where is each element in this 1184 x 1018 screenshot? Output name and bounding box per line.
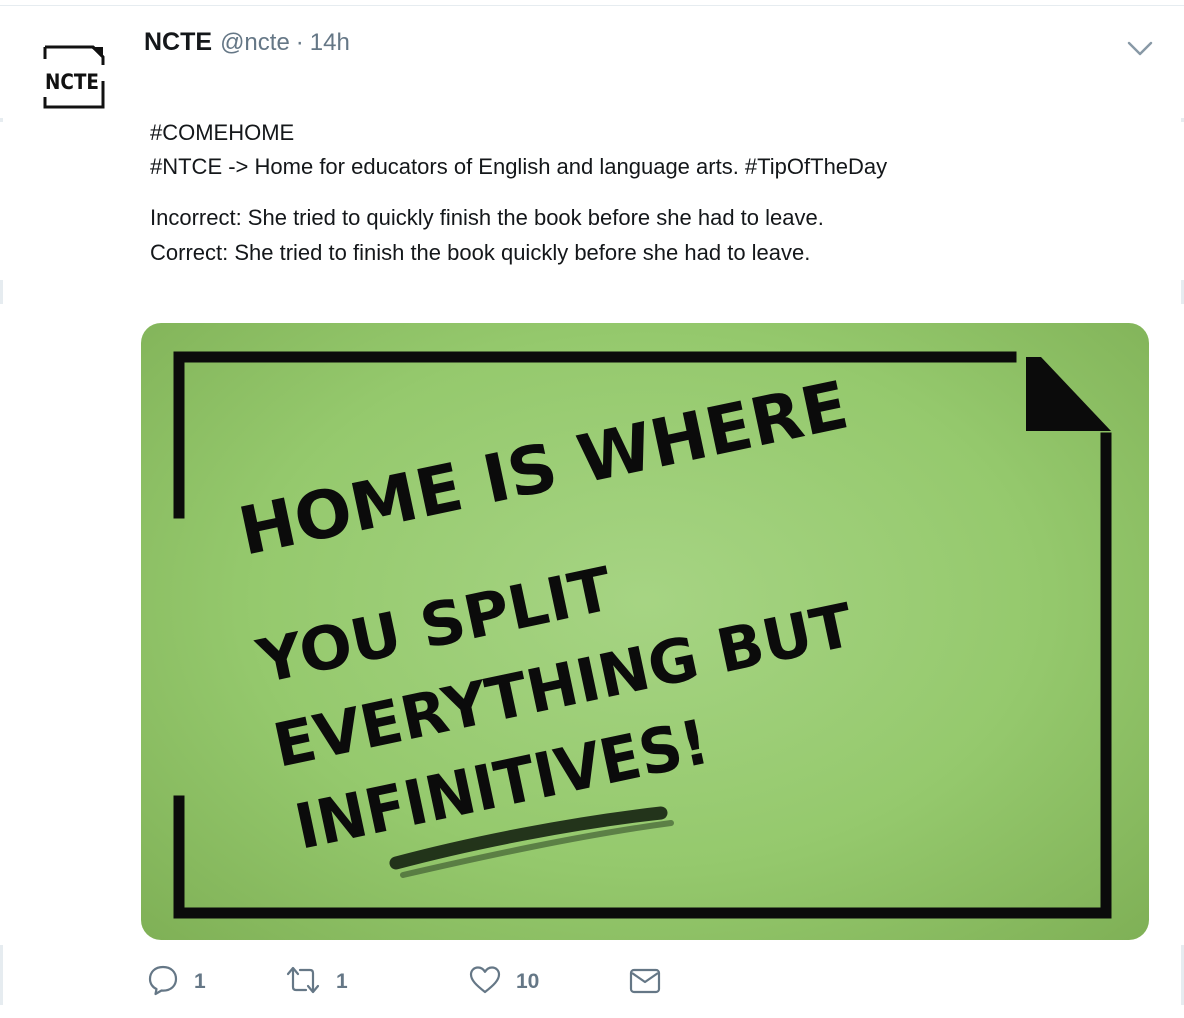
reply-count: 1 xyxy=(194,970,206,993)
retweet-button[interactable]: 1 xyxy=(284,960,348,1004)
like-button[interactable]: 10 xyxy=(468,960,539,1004)
heart-icon xyxy=(468,963,502,1002)
incorrect-example: Incorrect: She tried to quickly finish t… xyxy=(150,205,824,230)
like-count: 10 xyxy=(516,970,540,993)
retweet-icon xyxy=(284,963,322,1002)
direct-message-button[interactable] xyxy=(628,960,662,1004)
chevron-down-icon[interactable] xyxy=(1124,34,1156,62)
retweet-count: 1 xyxy=(336,970,348,993)
tweet-image[interactable]: HOME IS WHERE YOU SPLIT EVERYTHING BUT I… xyxy=(141,323,1149,940)
tweet-card[interactable]: NCTE NCTE @ncte · 14h #COMEHOME #NTCE ->… xyxy=(0,0,1184,1018)
left-edge-tick xyxy=(0,118,3,122)
image-text-line-1: HOME IS WHERE xyxy=(232,366,854,570)
envelope-icon xyxy=(628,963,662,1002)
image-handwriting: HOME IS WHERE YOU SPLIT EVERYTHING BUT I… xyxy=(232,366,859,863)
tweet-actions: 1 1 10 xyxy=(146,960,706,1004)
tweet-timestamp[interactable]: 14h xyxy=(310,29,350,57)
top-divider xyxy=(0,5,1184,6)
tweet-text: #COMEHOME #NTCE -> Home for educators of… xyxy=(150,116,1150,270)
reply-icon xyxy=(146,963,180,1002)
separator-dot: · xyxy=(295,29,304,56)
left-edge-tick xyxy=(0,280,3,304)
avatar-logo-text: NCTE xyxy=(45,70,99,94)
correct-example: Correct: She tried to finish the book qu… xyxy=(150,240,811,265)
user-handle[interactable]: @ncte xyxy=(220,29,290,57)
left-edge-tick xyxy=(0,945,3,1005)
hashtag-line[interactable]: #COMEHOME xyxy=(150,116,1150,150)
tweet-header: NCTE @ncte · 14h xyxy=(144,28,350,64)
tweet-text-line: #NTCE -> Home for educators of English a… xyxy=(150,154,888,179)
folded-corner-shape xyxy=(1026,357,1111,431)
avatar[interactable]: NCTE xyxy=(41,45,107,109)
display-name[interactable]: NCTE xyxy=(144,28,212,57)
example-paragraph: Incorrect: She tried to quickly finish t… xyxy=(150,200,1150,270)
reply-button[interactable]: 1 xyxy=(146,960,206,1004)
